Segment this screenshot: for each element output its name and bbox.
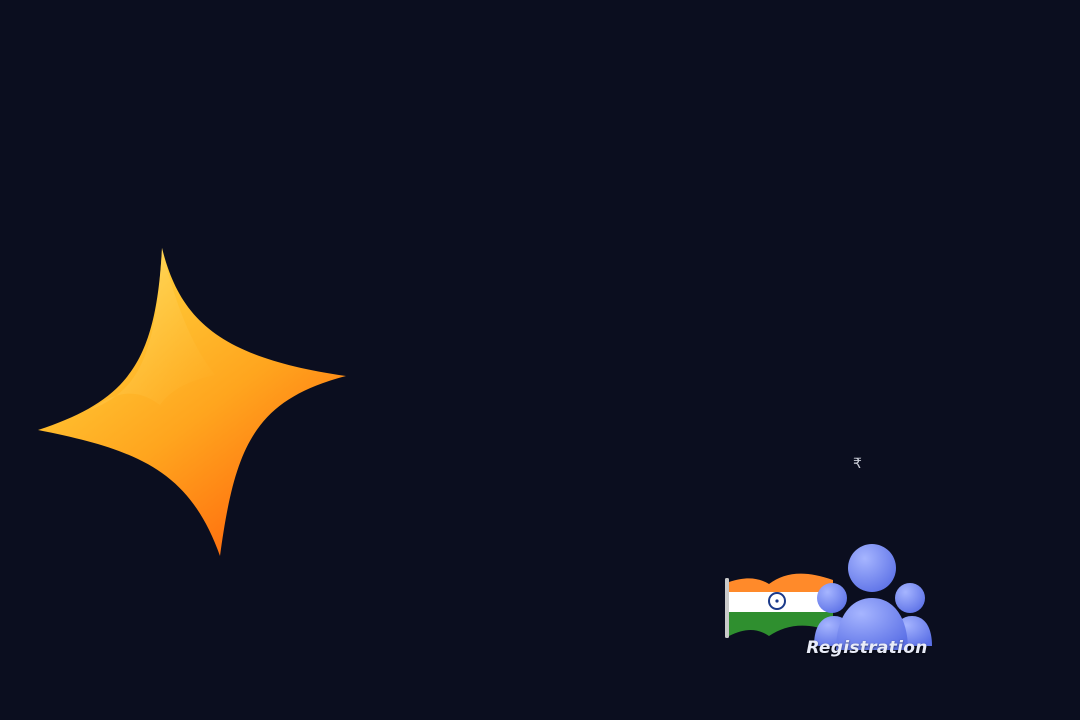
people-group-icon <box>814 544 932 650</box>
rupee-symbol: ₹ <box>853 456 862 472</box>
registration-label: Registration <box>806 638 928 658</box>
stage: ₹ Registration <box>0 0 1080 720</box>
sparkle-star-icon <box>38 248 346 556</box>
